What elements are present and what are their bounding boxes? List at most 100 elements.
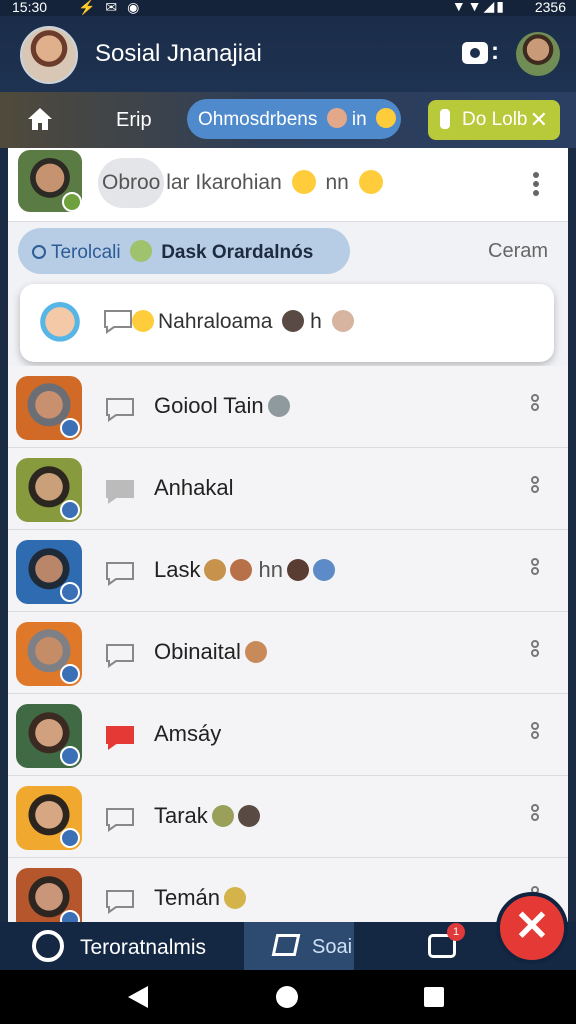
more-vertical-icon[interactable] bbox=[531, 476, 541, 502]
status-badge bbox=[60, 500, 80, 520]
face-emoji-icon bbox=[326, 108, 347, 128]
message-icon bbox=[104, 478, 136, 504]
chat-name: Temán bbox=[154, 885, 247, 911]
pinned-chat[interactable]: Nahraloama h bbox=[20, 284, 554, 362]
list-item[interactable]: Obroo lar Ikarohian nn bbox=[8, 148, 568, 222]
online-badge bbox=[62, 192, 82, 212]
status-badge bbox=[60, 664, 80, 684]
chat-name-suffix: hn bbox=[258, 557, 283, 582]
more-options-icon[interactable]: : bbox=[491, 38, 499, 66]
contact-avatar[interactable] bbox=[516, 32, 560, 76]
more-vertical-icon[interactable] bbox=[531, 722, 541, 748]
chat-name-text: Anhakal bbox=[154, 475, 234, 500]
status-notification-icons: ⚡✉◉ bbox=[78, 0, 150, 15]
social-icon bbox=[271, 934, 301, 956]
emoji-icon bbox=[211, 805, 234, 827]
emoji-icon bbox=[204, 559, 227, 581]
chat-name: Amsáy bbox=[154, 721, 221, 747]
chat-name-text: Tarak bbox=[154, 803, 208, 828]
table-row[interactable]: Temán bbox=[8, 858, 568, 922]
chat-name-text: Lask bbox=[154, 557, 201, 582]
chat-name: Goiool Tain bbox=[154, 393, 290, 419]
home-icon[interactable] bbox=[26, 106, 54, 132]
table-row[interactable]: Obinaital bbox=[8, 612, 568, 694]
emoji-icon bbox=[244, 641, 267, 663]
status-badge bbox=[60, 582, 80, 602]
back-icon[interactable] bbox=[128, 986, 148, 1008]
pin-icon bbox=[440, 109, 450, 129]
preview-text: Obroo lar Ikarohian bbox=[102, 171, 282, 194]
avatar bbox=[30, 294, 90, 352]
table-row[interactable]: Lask hn bbox=[8, 530, 568, 612]
chat-name: Tarak bbox=[154, 803, 260, 829]
message-icon bbox=[102, 308, 134, 334]
smile-emoji-icon bbox=[375, 108, 396, 128]
status-time: 15:30 bbox=[12, 0, 48, 15]
chat-name: Obinaital bbox=[154, 639, 267, 665]
message-preview: Obroo lar Ikarohian nn bbox=[102, 170, 387, 195]
profile-avatar[interactable] bbox=[20, 26, 78, 84]
chat-name-text: Temán bbox=[154, 885, 221, 910]
tab-social-label: Soai bbox=[312, 936, 353, 958]
filter-chip-suffix: in bbox=[351, 109, 367, 130]
preview-text-end: nn bbox=[325, 171, 349, 194]
app-title: Sosial Jnanajiai bbox=[95, 40, 262, 67]
message-icon bbox=[104, 888, 136, 914]
home-circle-icon[interactable] bbox=[276, 986, 298, 1008]
close-icon[interactable]: ✕ bbox=[530, 107, 548, 133]
chat-name-text: Obinaital bbox=[154, 639, 241, 664]
chat-name: Lask hn bbox=[154, 557, 335, 583]
status-bar: 15:30 ⚡✉◉ ▼▼◢▮ 2356 bbox=[0, 0, 576, 16]
more-vertical-icon[interactable] bbox=[531, 394, 541, 420]
emoji-icon bbox=[230, 559, 253, 581]
filter-bar: Erip Ohmosdrbens in Do Lolb ✕ bbox=[0, 92, 576, 148]
filter-chip-yellow[interactable]: Do Lolb ✕ bbox=[428, 100, 560, 140]
smile-emoji-icon bbox=[291, 170, 316, 194]
table-row[interactable]: Goiool Tain bbox=[8, 366, 568, 448]
camera-nav-icon[interactable]: 1 bbox=[428, 923, 465, 958]
chat-icon[interactable] bbox=[32, 930, 64, 962]
chat-bubble-icon bbox=[32, 245, 46, 259]
avatar-emoji-icon bbox=[129, 240, 152, 262]
emoji-icon bbox=[286, 559, 309, 581]
filter-chip-active[interactable]: Ohmosdrbens in bbox=[187, 99, 401, 139]
status-badge bbox=[60, 418, 80, 438]
emoji-icon bbox=[224, 887, 247, 909]
section-label-primary: Terolcali bbox=[50, 242, 121, 263]
more-vertical-icon[interactable] bbox=[531, 558, 541, 584]
app-header: Sosial Jnanajiai : bbox=[0, 16, 576, 92]
tab-chats-label[interactable]: Teroratnalmis bbox=[80, 936, 206, 960]
table-row[interactable]: Tarak bbox=[8, 776, 568, 858]
table-row[interactable]: Anhakal bbox=[8, 448, 568, 530]
message-icon bbox=[104, 642, 136, 668]
tab-social[interactable]: Soai bbox=[244, 922, 354, 970]
surprised-emoji-icon bbox=[132, 310, 154, 332]
chat-name-text: Goiool Tain bbox=[154, 393, 264, 418]
filter-chip-yellow-label: Do Lolb bbox=[462, 109, 528, 130]
close-fab-button[interactable]: ✕ bbox=[496, 892, 568, 964]
section-header[interactable]: Terolcali Dask Orardalnós bbox=[18, 228, 350, 274]
tab-erip[interactable]: Erip bbox=[116, 109, 152, 132]
person-emoji-icon bbox=[331, 310, 354, 332]
message-icon bbox=[104, 724, 136, 750]
filter-chip-label: Ohmosdrbens bbox=[198, 109, 318, 130]
more-vertical-icon[interactable] bbox=[531, 640, 541, 666]
more-vertical-icon[interactable] bbox=[531, 804, 541, 830]
more-vertical-icon[interactable] bbox=[533, 172, 539, 199]
signal-wifi-icons: ▼▼◢▮ bbox=[451, 0, 506, 14]
section-action[interactable]: Ceram bbox=[488, 240, 548, 263]
section-label-secondary: Dask Orardalnós bbox=[161, 242, 314, 263]
camera-icon[interactable] bbox=[462, 42, 488, 64]
table-row[interactable]: Amsáy bbox=[8, 694, 568, 776]
message-icon bbox=[104, 560, 136, 586]
pinned-name-text: Nahraloama bbox=[158, 310, 273, 333]
recent-apps-icon[interactable] bbox=[424, 987, 444, 1007]
message-icon bbox=[104, 396, 136, 422]
emoji-icon bbox=[237, 805, 260, 827]
notification-badge: 1 bbox=[447, 923, 465, 941]
chat-name-text: Amsáy bbox=[154, 721, 222, 746]
person-emoji-icon bbox=[282, 310, 305, 332]
pinned-chat-name: Nahraloama h bbox=[132, 310, 354, 334]
system-nav-bar bbox=[0, 970, 576, 1024]
status-battery: 2356 bbox=[534, 0, 566, 15]
